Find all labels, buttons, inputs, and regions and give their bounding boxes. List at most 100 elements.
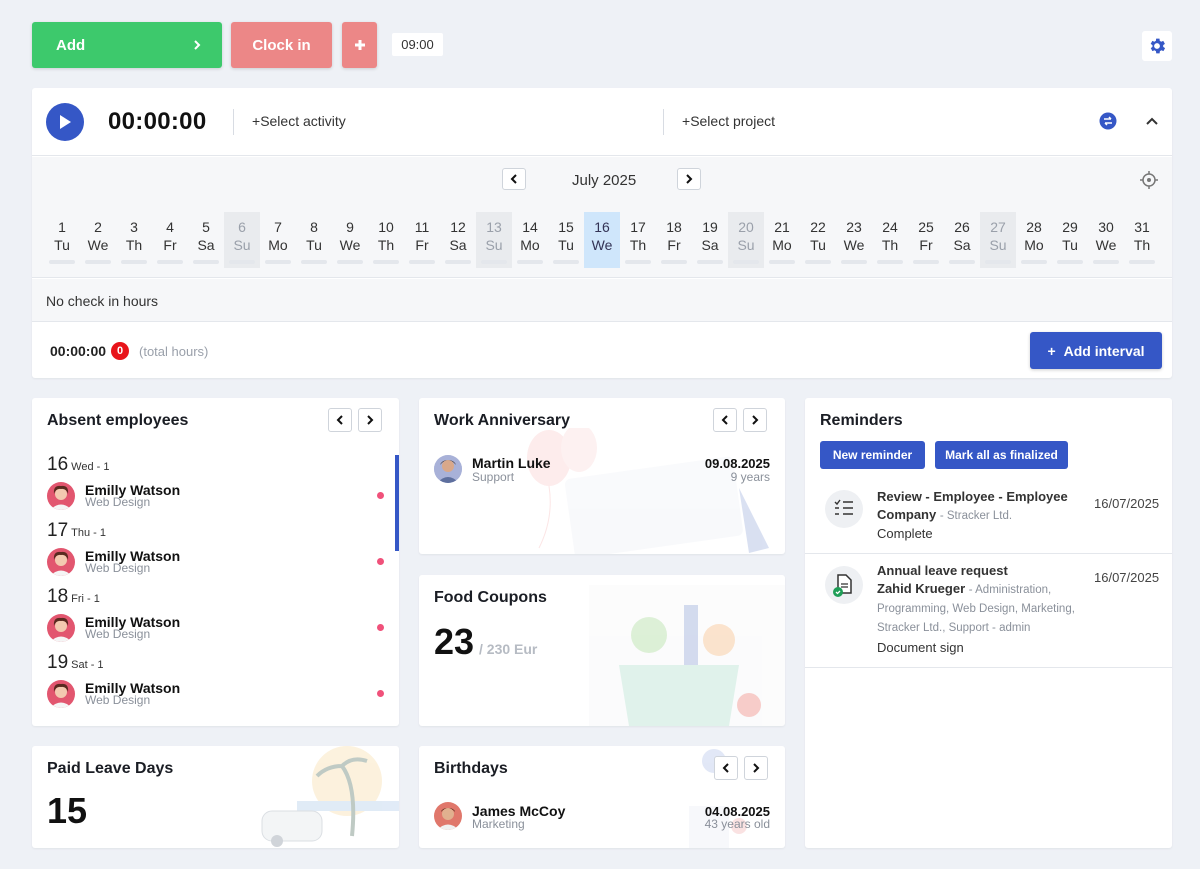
calendar-day[interactable]: 21 Mo bbox=[764, 212, 800, 268]
absent-entry[interactable]: 18 Fri - 1 Emilly Watson Web Design bbox=[32, 586, 392, 652]
next-month-button[interactable] bbox=[677, 168, 701, 190]
calendar-day[interactable]: 29 Tu bbox=[1052, 212, 1088, 268]
calendar-day[interactable]: 25 Fr bbox=[908, 212, 944, 268]
absent-entry[interactable]: 19 Sat - 1 Emilly Watson Web Design bbox=[32, 652, 392, 718]
calendar-day[interactable]: 15 Tu bbox=[548, 212, 584, 268]
calendar-day[interactable]: 11 Fr bbox=[404, 212, 440, 268]
reminder-title-line1: Annual leave request bbox=[877, 563, 1008, 578]
day-number: 23 bbox=[846, 219, 862, 235]
reminder-title: Review - Employee - Employee Company - S… bbox=[877, 488, 1077, 525]
clock-in-button[interactable]: Clock in bbox=[231, 22, 332, 68]
add-interval-button[interactable]: + Add interval bbox=[1030, 332, 1162, 369]
calendar-day[interactable]: 30 We bbox=[1088, 212, 1124, 268]
reminder-item[interactable]: Annual leave request Zahid Krueger - Adm… bbox=[805, 554, 1172, 668]
prev-month-button[interactable] bbox=[502, 168, 526, 190]
hours-bar bbox=[265, 260, 291, 264]
calendar-day[interactable]: 19 Sa bbox=[692, 212, 728, 268]
next-button[interactable] bbox=[744, 756, 768, 780]
day-number: 30 bbox=[1098, 219, 1114, 235]
calendar-day[interactable]: 26 Sa bbox=[944, 212, 980, 268]
calendar-day[interactable]: 17 Th bbox=[620, 212, 656, 268]
next-button[interactable] bbox=[358, 408, 382, 432]
prev-button[interactable] bbox=[328, 408, 352, 432]
calendar-day[interactable]: 2 We bbox=[80, 212, 116, 268]
coupons-total: / 230 Eur bbox=[479, 641, 538, 657]
hours-bar bbox=[445, 260, 471, 264]
divider bbox=[663, 109, 664, 135]
weekday-label: Th bbox=[1133, 237, 1151, 253]
day-number: 17 bbox=[630, 219, 646, 235]
grocery-basket-illustration bbox=[589, 585, 785, 726]
prev-button[interactable] bbox=[713, 408, 737, 432]
calendar-day[interactable]: 1 Tu bbox=[44, 212, 80, 268]
weekday-label: Sa bbox=[197, 237, 215, 253]
calendar-day[interactable]: 3 Th bbox=[116, 212, 152, 268]
hours-bar bbox=[769, 260, 795, 264]
reminder-item[interactable]: Review - Employee - Employee Company - S… bbox=[805, 480, 1172, 554]
scroll-indicator[interactable] bbox=[395, 455, 399, 551]
weekday-label: We bbox=[1095, 237, 1117, 253]
mark-all-finalized-button[interactable]: Mark all as finalized bbox=[935, 441, 1068, 469]
no-check-in-message: No check in hours bbox=[32, 279, 1172, 322]
chevron-up-icon[interactable] bbox=[1144, 114, 1160, 130]
chevron-right-icon bbox=[194, 40, 201, 50]
day-number: 4 bbox=[166, 219, 174, 235]
select-activity-button[interactable]: +Select activity bbox=[252, 113, 346, 129]
calendar-day[interactable]: 8 Tu bbox=[296, 212, 332, 268]
absent-entry[interactable]: 16 Wed - 1 Emilly Watson Web Design bbox=[32, 454, 392, 520]
divider bbox=[233, 109, 234, 135]
next-button[interactable] bbox=[743, 408, 767, 432]
calendar-day[interactable]: 22 Tu bbox=[800, 212, 836, 268]
new-reminder-button[interactable]: New reminder bbox=[820, 441, 925, 469]
calendar-day[interactable]: 16 We bbox=[584, 212, 620, 268]
weekday-label: Su bbox=[485, 237, 503, 253]
calendar-day[interactable]: 9 We bbox=[332, 212, 368, 268]
calendar-day[interactable]: 20 Su bbox=[728, 212, 764, 268]
coupons-count: 23 bbox=[434, 621, 475, 662]
calendar-day[interactable]: 7 Mo bbox=[260, 212, 296, 268]
calendar-day[interactable]: 24 Th bbox=[872, 212, 908, 268]
prev-button[interactable] bbox=[714, 756, 738, 780]
day-number: 7 bbox=[274, 219, 282, 235]
add-extra-button[interactable] bbox=[342, 22, 377, 68]
calendar-day[interactable]: 14 Mo bbox=[512, 212, 548, 268]
clock-time-chip[interactable]: 09:00 bbox=[392, 33, 443, 56]
calendar-day[interactable]: 23 We bbox=[836, 212, 872, 268]
calendar-day[interactable]: 12 Sa bbox=[440, 212, 476, 268]
plus-icon: + bbox=[1047, 342, 1056, 359]
time-tracker-panel: 00:00:00 +Select activity +Select projec… bbox=[32, 88, 1172, 378]
calendar-day[interactable]: 6 Su bbox=[224, 212, 260, 268]
absence-date: 17 Thu - 1 bbox=[47, 520, 106, 542]
hours-bar bbox=[229, 260, 255, 264]
weekday-label: Su bbox=[989, 237, 1007, 253]
add-button[interactable]: Add bbox=[32, 22, 222, 68]
day-number: 21 bbox=[774, 219, 790, 235]
employee-dept: Web Design bbox=[85, 495, 151, 509]
settings-button[interactable] bbox=[1142, 31, 1172, 61]
switch-icon[interactable] bbox=[1099, 112, 1117, 130]
chevron-right-icon bbox=[367, 415, 374, 425]
select-project-button[interactable]: +Select project bbox=[682, 113, 775, 129]
weekday-label: Su bbox=[737, 237, 755, 253]
absent-entry[interactable]: 17 Thu - 1 Emilly Watson Web Design bbox=[32, 520, 392, 586]
calendar-day[interactable]: 13 Su bbox=[476, 212, 512, 268]
calendar-day[interactable]: 10 Th bbox=[368, 212, 404, 268]
calendar-day[interactable]: 27 Su bbox=[980, 212, 1016, 268]
hours-bar bbox=[553, 260, 579, 264]
avatar bbox=[47, 548, 75, 576]
start-timer-button[interactable] bbox=[46, 103, 84, 141]
chevron-left-icon bbox=[722, 763, 729, 773]
calendar-day[interactable]: 18 Fr bbox=[656, 212, 692, 268]
person-avatar-icon bbox=[434, 802, 462, 830]
add-button-label: Add bbox=[56, 36, 86, 54]
day-number: 3 bbox=[130, 219, 138, 235]
calendar-day[interactable]: 31 Th bbox=[1124, 212, 1160, 268]
timer-row: 00:00:00 +Select activity +Select projec… bbox=[32, 88, 1172, 156]
calendar-day[interactable]: 28 Mo bbox=[1016, 212, 1052, 268]
select-project-label: Select project bbox=[690, 113, 776, 129]
calendar-day[interactable]: 5 Sa bbox=[188, 212, 224, 268]
calendar-day[interactable]: 4 Fr bbox=[152, 212, 188, 268]
status-dot bbox=[377, 690, 384, 697]
crosshair-icon[interactable] bbox=[1140, 171, 1158, 189]
play-icon bbox=[60, 115, 71, 129]
